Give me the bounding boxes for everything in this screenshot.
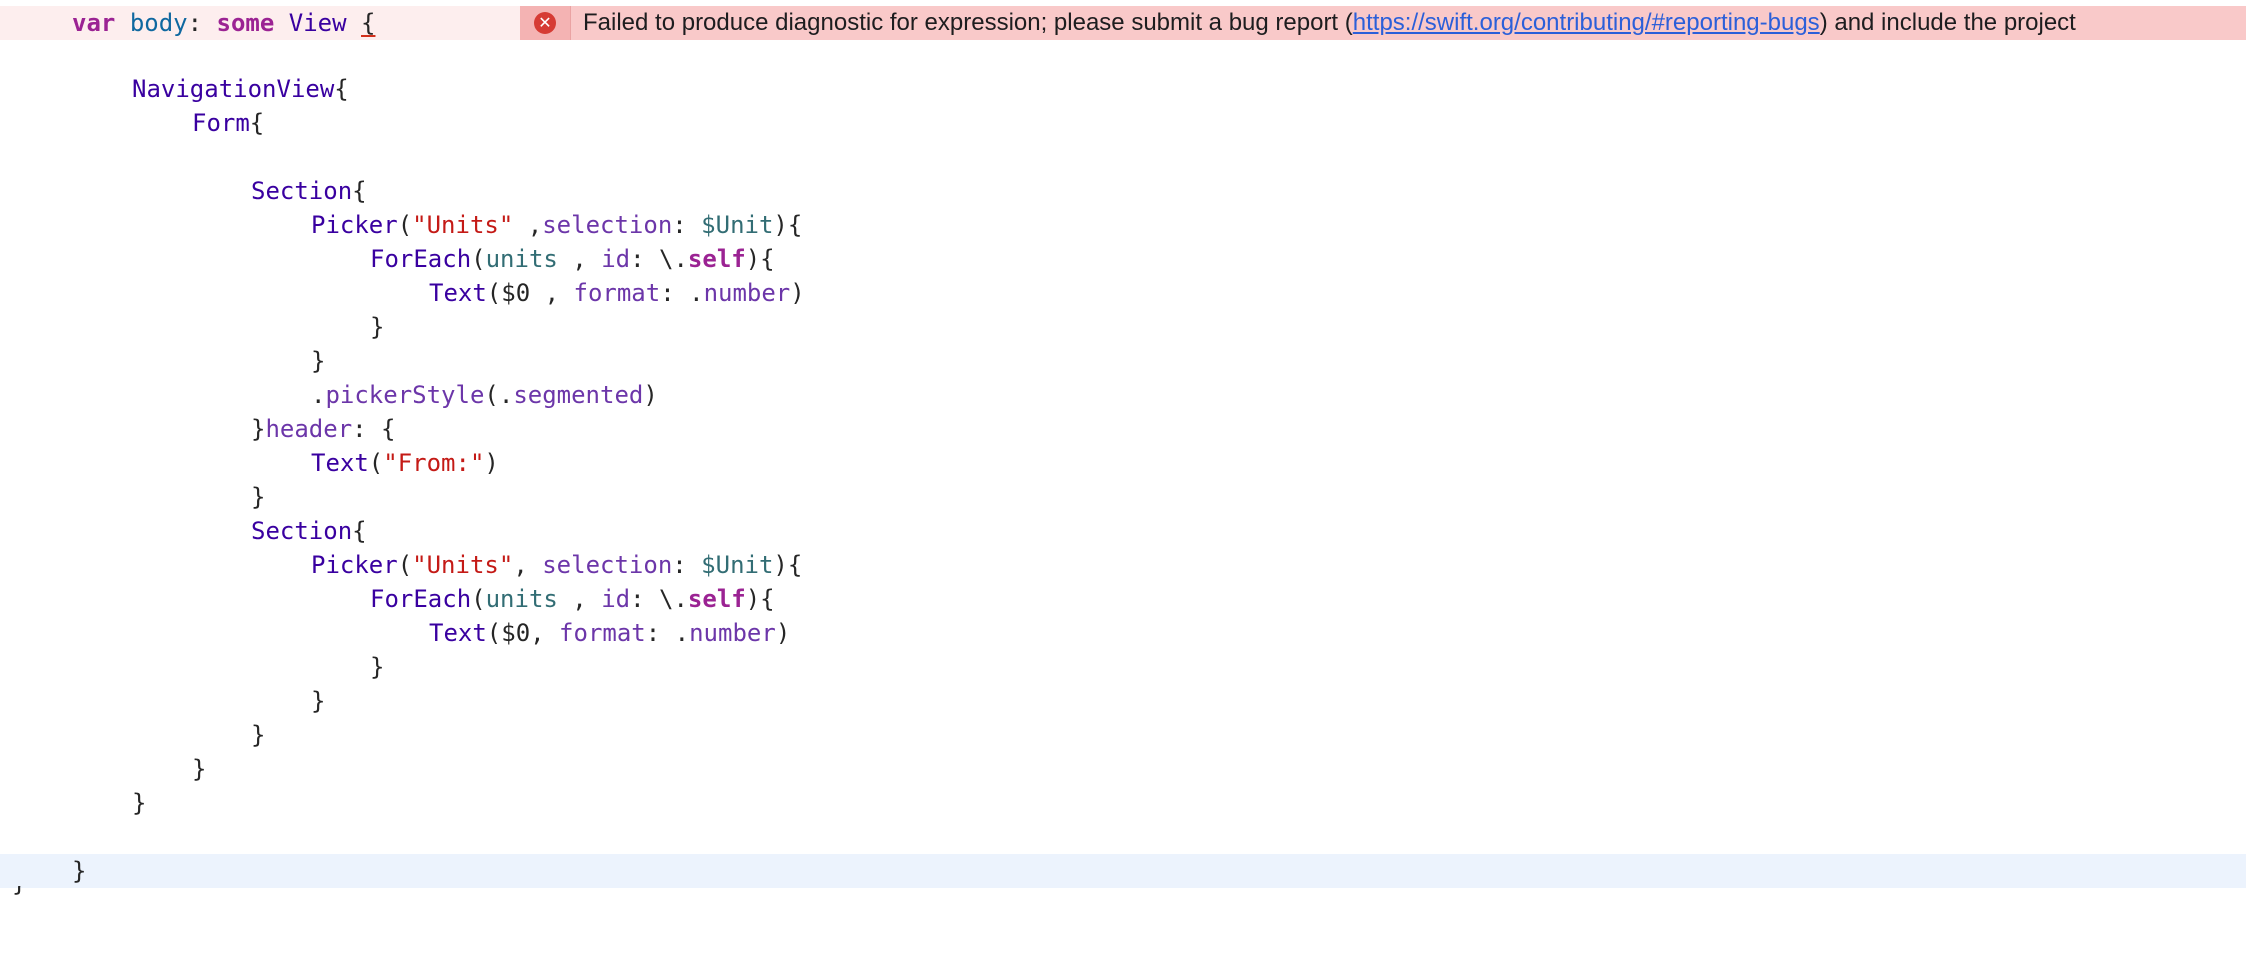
code-editor[interactable]: var body: some View { ✕ Failed to produc… xyxy=(0,0,2246,900)
code-line[interactable]: Picker("Units" ,selection: $Unit){ xyxy=(0,208,2246,242)
code-text: } xyxy=(251,483,266,511)
code-text: } xyxy=(370,653,385,681)
code-line[interactable]: Text($0, format: .number) xyxy=(0,616,2246,650)
code-line[interactable]: Section{ xyxy=(0,174,2246,208)
code-line[interactable]: .pickerStyle(.segmented) xyxy=(0,378,2246,412)
code-line[interactable]: } xyxy=(0,886,2246,900)
code-text: } xyxy=(12,886,26,900)
code-text: .pickerStyle(.segmented) xyxy=(311,381,658,409)
code-line[interactable]: Picker("Units", selection: $Unit){ xyxy=(0,548,2246,582)
code-line[interactable]: ForEach(units , id: \.self){ xyxy=(0,582,2246,616)
error-message: Failed to produce diagnostic for express… xyxy=(583,9,2076,36)
code-line[interactable]: } xyxy=(0,480,2246,514)
code-text: } xyxy=(311,687,326,715)
code-text: NavigationView{ xyxy=(132,75,349,103)
error-icon-box: ✕ xyxy=(520,6,571,40)
code-text: } xyxy=(132,789,147,817)
code-line[interactable]: } xyxy=(0,684,2246,718)
code-text: Picker("Units", selection: $Unit){ xyxy=(311,551,803,579)
code-text: Text($0, format: .number) xyxy=(429,619,791,647)
code-text: Text($0 , format: .number) xyxy=(429,279,805,307)
code-line[interactable]: }header: { xyxy=(0,412,2246,446)
code-line[interactable]: } xyxy=(0,344,2246,378)
code-text: } xyxy=(251,721,266,749)
code-line[interactable]: NavigationView{ xyxy=(0,72,2246,106)
code-text: Section{ xyxy=(251,517,367,545)
code-line[interactable]: } xyxy=(0,650,2246,684)
error-squiggle: { xyxy=(361,9,376,37)
code-line[interactable]: Text($0 , format: .number) xyxy=(0,276,2246,310)
code-text: Section{ xyxy=(251,177,367,205)
code-line[interactable]: } xyxy=(0,752,2246,786)
code-text: var body: some View { xyxy=(72,9,376,37)
code-text: } xyxy=(370,313,385,341)
code-text: ForEach(units , id: \.self){ xyxy=(370,585,775,613)
error-banner[interactable]: ✕ Failed to produce diagnostic for expre… xyxy=(520,6,2246,40)
bug-report-link[interactable]: https://swift.org/contributing/#reportin… xyxy=(1353,9,1820,36)
code-text: Text("From:") xyxy=(311,449,499,477)
code-line[interactable]: } xyxy=(0,310,2246,344)
code-text: ForEach(units , id: \.self){ xyxy=(370,245,775,273)
code-text: Form{ xyxy=(192,109,265,137)
code-line[interactable]: Form{ xyxy=(0,106,2246,140)
code-line[interactable]: Text("From:") xyxy=(0,446,2246,480)
code-line-current[interactable]: } xyxy=(0,854,2246,888)
code-line[interactable]: } xyxy=(0,718,2246,752)
code-line[interactable]: ForEach(units , id: \.self){ xyxy=(0,242,2246,276)
code-text: Picker("Units" ,selection: $Unit){ xyxy=(311,211,803,239)
code-line[interactable]: Section{ xyxy=(0,514,2246,548)
code-text: }header: { xyxy=(251,415,396,443)
code-line[interactable]: } xyxy=(0,786,2246,820)
error-icon[interactable]: ✕ xyxy=(534,12,556,34)
code-text: } xyxy=(72,857,87,885)
code-text: } xyxy=(192,755,207,783)
code-text: } xyxy=(311,347,326,375)
